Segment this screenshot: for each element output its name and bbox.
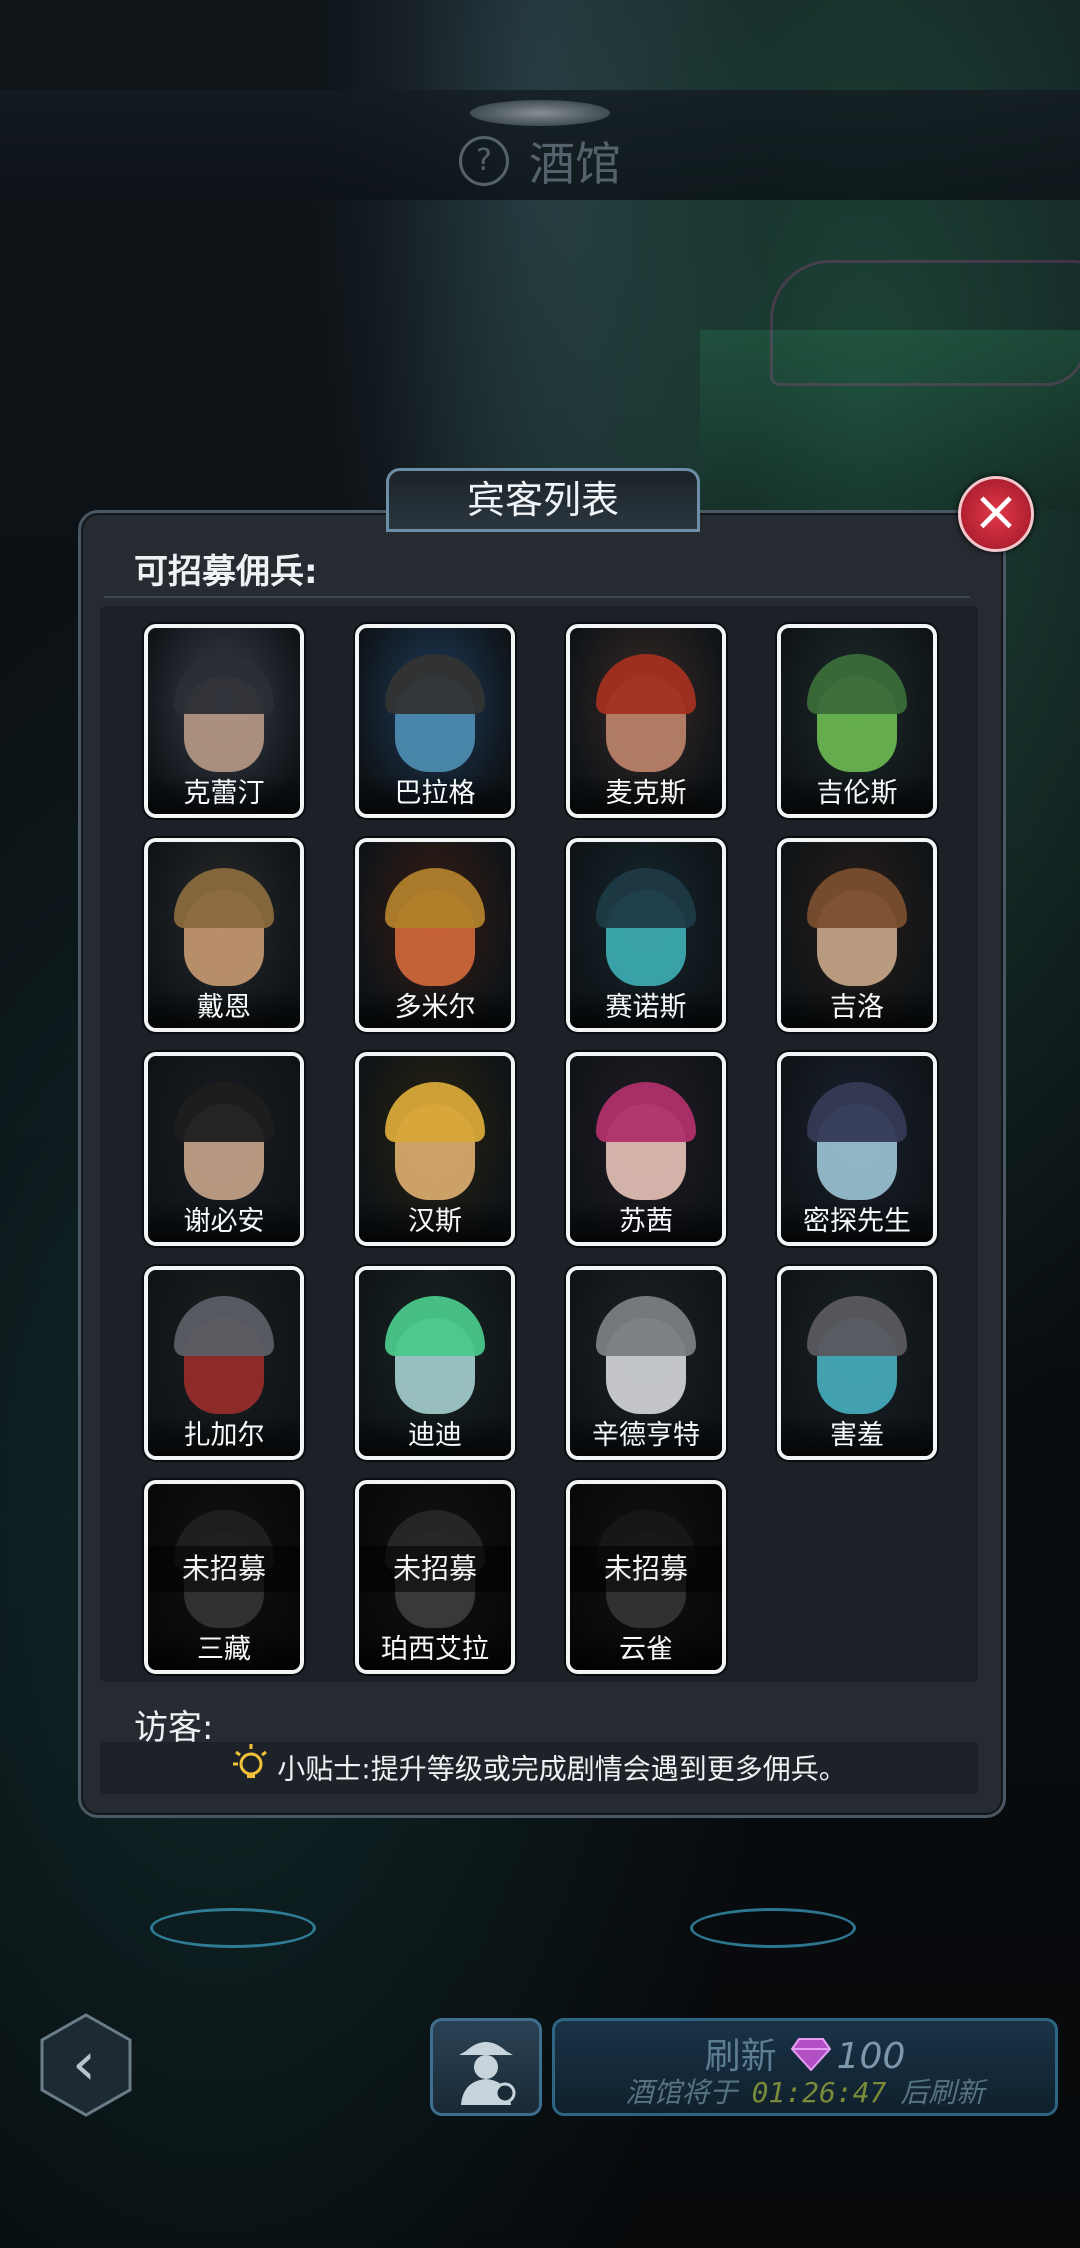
mercenary-card[interactable]: 未招募 三藏 bbox=[144, 1480, 304, 1674]
mercenary-card[interactable]: 克蕾汀 bbox=[144, 624, 304, 818]
mercenary-name: 麦克斯 bbox=[570, 774, 722, 814]
portrait-hair bbox=[596, 868, 696, 928]
mercenary-name: 云雀 bbox=[570, 1630, 722, 1670]
mercenary-card[interactable]: 吉伦斯 bbox=[777, 624, 937, 818]
close-button[interactable]: × bbox=[958, 476, 1034, 552]
mercenary-name: 吉伦斯 bbox=[781, 774, 933, 814]
portrait-hair bbox=[174, 1296, 274, 1356]
portrait-hair bbox=[596, 654, 696, 714]
refresh-button[interactable]: 刷新 100 酒馆将于 01:26:47 后刷新 bbox=[552, 2018, 1058, 2116]
not-recruited-badge: 未招募 bbox=[148, 1546, 300, 1592]
mercenary-card[interactable]: 麦克斯 bbox=[566, 624, 726, 818]
timer-value: 01:26:47 bbox=[751, 2076, 887, 2109]
portrait-hair bbox=[385, 1082, 485, 1142]
mercenary-name: 害羞 bbox=[781, 1416, 933, 1456]
mercenary-name: 三藏 bbox=[148, 1630, 300, 1670]
mercenary-name: 戴恩 bbox=[148, 988, 300, 1028]
not-recruited-badge: 未招募 bbox=[359, 1546, 511, 1592]
mercenary-card[interactable]: 汉斯 bbox=[355, 1052, 515, 1246]
timer-prefix: 酒馆将于 bbox=[625, 2076, 738, 2109]
mercenary-name: 巴拉格 bbox=[359, 774, 511, 814]
portrait-hair bbox=[596, 1296, 696, 1356]
portrait-hair bbox=[807, 1296, 907, 1356]
tip-text: 小贴士:提升等级或完成剧情会遇到更多佣兵。 bbox=[277, 1752, 847, 1786]
mercenary-name: 多米尔 bbox=[359, 988, 511, 1028]
mercenary-card[interactable]: 害羞 bbox=[777, 1266, 937, 1460]
mercenary-name: 密探先生 bbox=[781, 1202, 933, 1242]
portrait-hair bbox=[596, 1082, 696, 1142]
recruitable-label: 可招募佣兵: bbox=[134, 552, 318, 592]
mercenary-card[interactable]: 迪迪 bbox=[355, 1266, 515, 1460]
title-text: 酒馆 bbox=[529, 137, 621, 191]
mercenary-card[interactable]: 赛诺斯 bbox=[566, 838, 726, 1032]
mercenary-card[interactable]: 辛德亨特 bbox=[566, 1266, 726, 1460]
mercenary-name: 吉洛 bbox=[781, 988, 933, 1028]
lightbulb-icon bbox=[231, 1742, 271, 1799]
divider bbox=[104, 596, 970, 598]
back-button[interactable]: ‹ bbox=[38, 2012, 134, 2118]
mercenary-name: 谢必安 bbox=[148, 1202, 300, 1242]
mercenary-card[interactable]: 密探先生 bbox=[777, 1052, 937, 1246]
mercenary-name: 辛德亨特 bbox=[570, 1416, 722, 1456]
tip-bar: 小贴士:提升等级或完成剧情会遇到更多佣兵。 bbox=[100, 1742, 978, 1794]
mercenary-card[interactable]: 巴拉格 bbox=[355, 624, 515, 818]
portrait-hair bbox=[174, 868, 274, 928]
mercenary-card[interactable]: 戴恩 bbox=[144, 838, 304, 1032]
spy-button[interactable] bbox=[430, 2018, 542, 2116]
mercenary-name: 苏茜 bbox=[570, 1202, 722, 1242]
mercenary-name: 汉斯 bbox=[359, 1202, 511, 1242]
spy-icon bbox=[459, 2042, 516, 2105]
portrait-hair bbox=[174, 654, 274, 714]
help-icon[interactable]: ? bbox=[459, 136, 509, 186]
mercenary-card[interactable]: 苏茜 bbox=[566, 1052, 726, 1246]
floor-spot-left bbox=[150, 1908, 316, 1948]
floor-spot-right bbox=[690, 1908, 856, 1948]
dialog-title: 宾客列表 bbox=[386, 468, 700, 532]
mercenary-name: 克蕾汀 bbox=[148, 774, 300, 814]
mercenary-card[interactable]: 未招募 云雀 bbox=[566, 1480, 726, 1674]
neon-sign bbox=[770, 260, 1080, 386]
mercenary-name: 赛诺斯 bbox=[570, 988, 722, 1028]
mercenary-name: 迪迪 bbox=[359, 1416, 511, 1456]
portrait-hair bbox=[385, 654, 485, 714]
portrait-hair bbox=[807, 654, 907, 714]
page-title: ? 酒馆 bbox=[0, 128, 1080, 194]
mercenary-card[interactable]: 扎加尔 bbox=[144, 1266, 304, 1460]
back-hexagon: ‹ bbox=[40, 2013, 132, 2117]
portrait-hair bbox=[807, 1082, 907, 1142]
portrait-hair bbox=[174, 1082, 274, 1142]
portrait-hair bbox=[807, 868, 907, 928]
mercenary-card[interactable]: 多米尔 bbox=[355, 838, 515, 1032]
mercenary-card[interactable]: 谢必安 bbox=[144, 1052, 304, 1246]
portrait-hair bbox=[385, 1296, 485, 1356]
refresh-timer: 酒馆将于 01:26:47 后刷新 bbox=[555, 2071, 1055, 2111]
ceiling-lamp bbox=[470, 100, 610, 126]
portrait-hair bbox=[385, 868, 485, 928]
mercenary-name: 扎加尔 bbox=[148, 1416, 300, 1456]
not-recruited-badge: 未招募 bbox=[570, 1546, 722, 1592]
mercenary-name: 珀西艾拉 bbox=[359, 1630, 511, 1670]
timer-suffix: 后刷新 bbox=[900, 2076, 985, 2109]
mercenary-card[interactable]: 吉洛 bbox=[777, 838, 937, 1032]
mercenary-grid: 克蕾汀 巴拉格 麦克斯 吉伦斯戴恩 多米尔 赛诺斯 吉洛谢必安 汉斯 苏茜 密探先生扎加尔 迪迪 辛德… bbox=[100, 606, 978, 1682]
chevron-left-icon: ‹ bbox=[72, 2029, 96, 2099]
mercenary-card[interactable]: 未招募 珀西艾拉 bbox=[355, 1480, 515, 1674]
